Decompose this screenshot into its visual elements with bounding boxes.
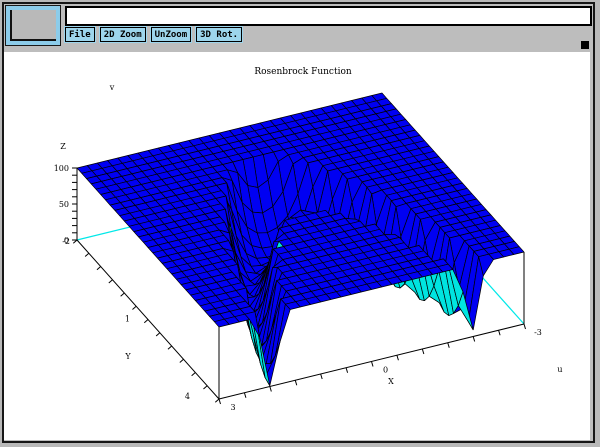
resize-grip[interactable] (581, 41, 589, 49)
graphics-window: File 2D Zoom UnZoom 3D Rot. (2, 2, 595, 443)
menu-button-2d-zoom[interactable]: 2D Zoom (100, 27, 146, 42)
menu-button-unzoom[interactable]: UnZoom (151, 27, 192, 42)
logo-panel (6, 6, 60, 45)
message-field[interactable] (65, 6, 592, 26)
plot-canvas[interactable] (4, 52, 590, 440)
menu-button-3d-rot[interactable]: 3D Rot. (196, 27, 242, 42)
menu-button-file[interactable]: File (65, 27, 95, 42)
toolbar: File 2D Zoom UnZoom 3D Rot. (4, 4, 593, 52)
menu-bar: File 2D Zoom UnZoom 3D Rot. (65, 27, 242, 42)
